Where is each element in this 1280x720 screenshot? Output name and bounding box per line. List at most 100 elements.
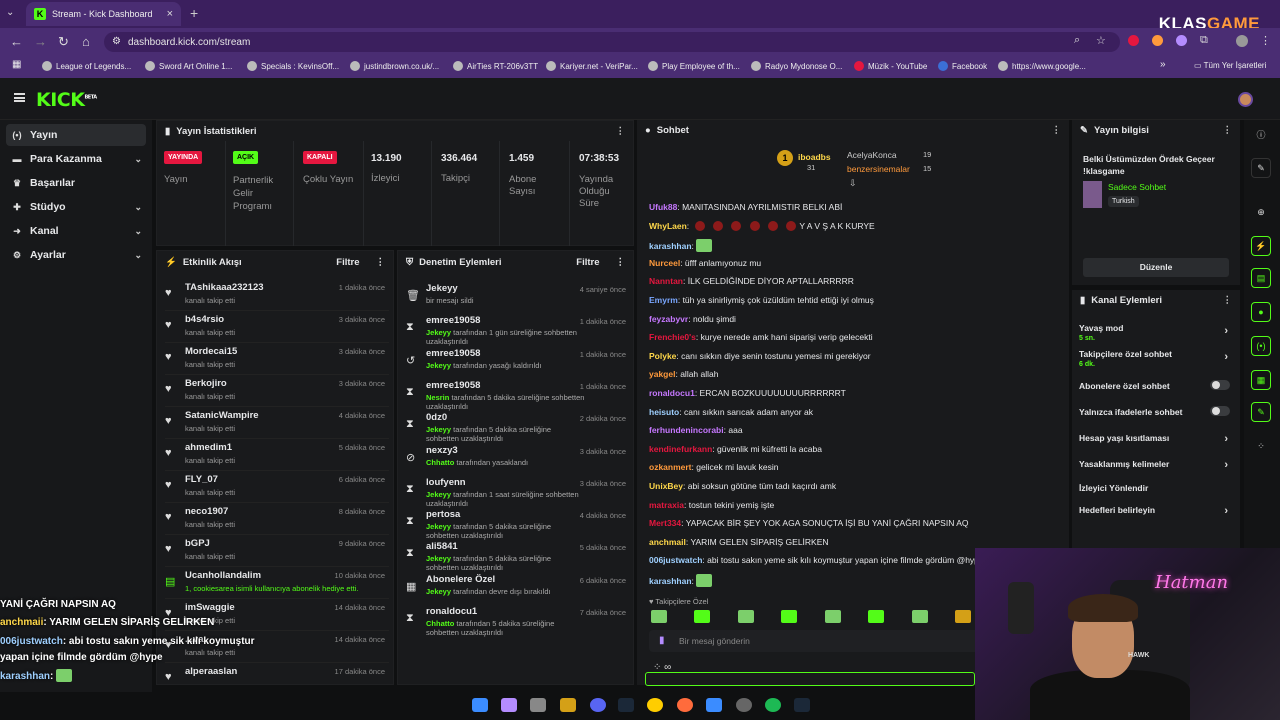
activity-item[interactable]: ♥ b4s4rsio kanalı takip etti 3 dakika önce <box>165 311 389 343</box>
moderator-name[interactable]: Nesrin <box>426 393 449 402</box>
moderation-item[interactable]: ↺ emree19058 Jekeyy tarafından yasağı kald… <box>406 348 626 380</box>
activity-username[interactable]: TAshikaaa232123 <box>185 282 264 293</box>
activity-username[interactable]: alperaaslan <box>185 666 237 677</box>
moderation-item[interactable]: ⧗ pertosa Jekeyy tarafından 5 dakika sürel… <box>406 509 626 541</box>
activity-item[interactable]: ♥ Mordecai15 kanalı takip etti 3 dakika önc… <box>165 343 389 375</box>
activity-item[interactable]: ♥ neco1907 kanalı takip etti 8 dakika önce <box>165 503 389 535</box>
folder-icon[interactable] <box>560 698 576 712</box>
top-gifter-name[interactable]: AcelyaKonca <box>847 150 897 160</box>
bookmark-item[interactable]: League of Legends... <box>42 61 131 71</box>
edit-icon[interactable]: ✎ <box>1251 158 1271 178</box>
bookmark-item[interactable]: Facebook <box>938 61 987 71</box>
chat-username[interactable]: feyzabyvr <box>649 314 688 324</box>
wrench-icon[interactable]: ✎ <box>1251 402 1271 422</box>
app-icon[interactable] <box>677 698 693 712</box>
bookmark-item[interactable]: Specials : KevinsOff... <box>247 61 339 71</box>
chat-message[interactable]: anchmail: YARIM GELEN SİPARİŞ GELİRKEN <box>649 537 829 547</box>
info-icon[interactable]: ⓘ <box>1251 124 1271 144</box>
sidebar-item-yayin[interactable]: (•) Yayın <box>6 124 146 146</box>
chat-message[interactable]: karashhan: <box>649 239 713 253</box>
activity-item[interactable]: ♥ ahmedim1 kanalı takip etti 5 dakika önce <box>165 439 389 471</box>
tab-menu-icon[interactable]: ⌄ <box>6 7 14 18</box>
chat-username[interactable]: Nurceel <box>649 258 680 268</box>
layout-icon[interactable]: ▦ <box>1251 370 1271 390</box>
chat-username[interactable]: kendinefurkann <box>649 444 712 454</box>
sidebar-item-kanal[interactable]: ➜ Kanal ⌄ <box>6 220 146 242</box>
sidebar-item-studyo[interactable]: ✚ Stüdyo ⌄ <box>6 196 146 218</box>
zoom-icon[interactable]: ⌕ <box>1074 34 1080 47</box>
activity-username[interactable]: Berkojiro <box>185 378 227 389</box>
chat-message[interactable]: kendinefurkann: güvenlik mi küfretti la … <box>649 444 822 454</box>
chat-message[interactable]: Mert334: YAPACAK BİR ŞEY YOK AGA SONUÇTA… <box>649 518 969 528</box>
activity-item[interactable]: ♥ alperaaslan 17 dakika önce <box>165 663 389 684</box>
moderator-name[interactable]: Jekeyy <box>426 522 451 531</box>
more-options-icon[interactable]: ⋮ <box>1223 125 1233 136</box>
chat-message[interactable]: ozkanmert: gelicek mi lavuk kesin <box>649 462 778 472</box>
more-options-icon[interactable]: ⋮ <box>616 257 626 268</box>
channel-action-item[interactable]: Yalnızca ifadelerle sohbet <box>1079 406 1234 417</box>
forward-icon[interactable]: → <box>34 34 47 49</box>
chat-message[interactable]: ferhundenincorabi: aaa <box>649 425 743 435</box>
site-info-icon[interactable]: ⚙ <box>112 36 121 47</box>
chat-username[interactable]: karashhan <box>649 576 692 586</box>
moderation-item[interactable]: ⧗ ali5841 Jekeyy tarafından 5 dakika sürel… <box>406 541 626 573</box>
moderation-item[interactable]: ▦ Abonelere Özel Jekeyy tarafından devre d… <box>406 574 626 606</box>
filter-button[interactable]: Filtre <box>576 257 599 268</box>
chat-username[interactable]: karashhan <box>649 241 692 251</box>
moderation-target[interactable]: loufyenn <box>426 477 466 488</box>
extension-icon[interactable] <box>1176 35 1187 46</box>
activity-item[interactable]: ♥ SatanicWampire kanalı takip etti 4 dakika… <box>165 407 389 439</box>
moderation-target[interactable]: pertosa <box>426 509 460 520</box>
browser-tab[interactable]: K Stream - Kick Dashboard × <box>26 2 181 26</box>
channel-action-item[interactable]: Yavaş mod 5 sn. › <box>1079 323 1234 342</box>
chat-username[interactable]: Polyke <box>649 351 676 361</box>
activity-item[interactable]: ♥ FLY_07 kanalı takip etti 6 dakika önce <box>165 471 389 503</box>
category-name[interactable]: Sadece Sohbet <box>1108 182 1166 192</box>
chat-message[interactable]: Ufuk88: MANITASINDAN AYRILMISTIR BELKI A… <box>649 202 842 212</box>
chat-message[interactable]: ronaldocu1: ERCAN BOZKUUUUUUUURRRRRRT <box>649 388 846 398</box>
photos-icon[interactable] <box>706 698 722 712</box>
bookmark-item[interactable]: Kariyer.net - VeriPar... <box>546 61 638 71</box>
moderator-name[interactable]: Jekeyy <box>426 587 451 596</box>
moderator-name[interactable]: Jekeyy <box>426 425 451 434</box>
moderation-item[interactable]: ⧗ emree19058 Nesrin tarafından 5 dakika sü… <box>406 380 626 412</box>
profile-icon[interactable] <box>1236 35 1248 47</box>
chat-message[interactable]: UnixBey: abi soksun götüne tüm tadı kaçı… <box>649 481 836 491</box>
chat-username[interactable]: ferhundenincorabi <box>649 425 724 435</box>
app-icon[interactable] <box>736 698 752 712</box>
chat-message[interactable]: Emyrm: tüh ya sinirliymiş çok üzüldüm te… <box>649 295 874 305</box>
chat-username[interactable]: Emyrm <box>649 295 678 305</box>
chat-message[interactable]: 006justwatch: abi tostu sakın yeme sik k… <box>649 555 984 565</box>
moderation-target[interactable]: emree19058 <box>426 348 480 359</box>
top-gifter-name[interactable]: benzersinemalar <box>847 164 910 174</box>
more-options-icon[interactable]: ⋮ <box>1052 125 1062 136</box>
chat-bubble-icon[interactable]: ● <box>1251 302 1271 322</box>
moderation-item[interactable]: ⧗ loufyenn Jekeyy tarafından 1 saat süreli… <box>406 477 626 509</box>
store-icon[interactable] <box>530 698 546 712</box>
bookmark-item[interactable]: Radyo Mydonose O... <box>751 61 842 71</box>
moderation-target[interactable]: emree19058 <box>426 380 480 391</box>
sidebar-item-ayarlar[interactable]: ⚙ Ayarlar ⌄ <box>6 244 146 266</box>
chat-message[interactable]: feyzabyvr: noldu şimdi <box>649 314 736 324</box>
toggle-switch[interactable] <box>1210 406 1230 416</box>
expand-icon[interactable]: ⇩ <box>849 178 857 189</box>
activity-username[interactable]: FLY_07 <box>185 474 218 485</box>
copilot-icon[interactable] <box>501 698 517 712</box>
more-options-icon[interactable]: ⋮ <box>616 126 626 137</box>
moderator-name[interactable]: Chhatto <box>426 619 454 628</box>
chat-message[interactable]: WhyLaen: Y A V Ş A K KURYE <box>649 220 875 231</box>
chat-message[interactable]: yakgel: allah allah <box>649 369 718 379</box>
activity-username[interactable]: Ucanhollandalim <box>185 570 261 581</box>
list-icon[interactable]: ▤ <box>1251 268 1271 288</box>
chat-message[interactable]: Frenchie0's: kurye nerede amk hani sipar… <box>649 332 873 342</box>
bookmark-item[interactable]: https://www.google... <box>998 61 1086 71</box>
activity-item[interactable]: ▤ Ucanhollandalim 1, cookiesarea isimli ku… <box>165 567 389 599</box>
moderator-name[interactable]: Jekeyy <box>426 328 451 337</box>
chat-message[interactable]: heisuto: canı sıkkın sarıcak adam anyor … <box>649 407 813 417</box>
start-icon[interactable] <box>472 698 488 712</box>
top-gifter-name[interactable]: iboadbs <box>798 152 831 162</box>
moderation-target[interactable]: Jekeyy <box>426 283 458 294</box>
activity-username[interactable]: b4s4rsio <box>185 314 224 325</box>
chat-username[interactable]: yakgel <box>649 369 675 379</box>
chat-username[interactable]: 006justwatch <box>649 555 702 565</box>
